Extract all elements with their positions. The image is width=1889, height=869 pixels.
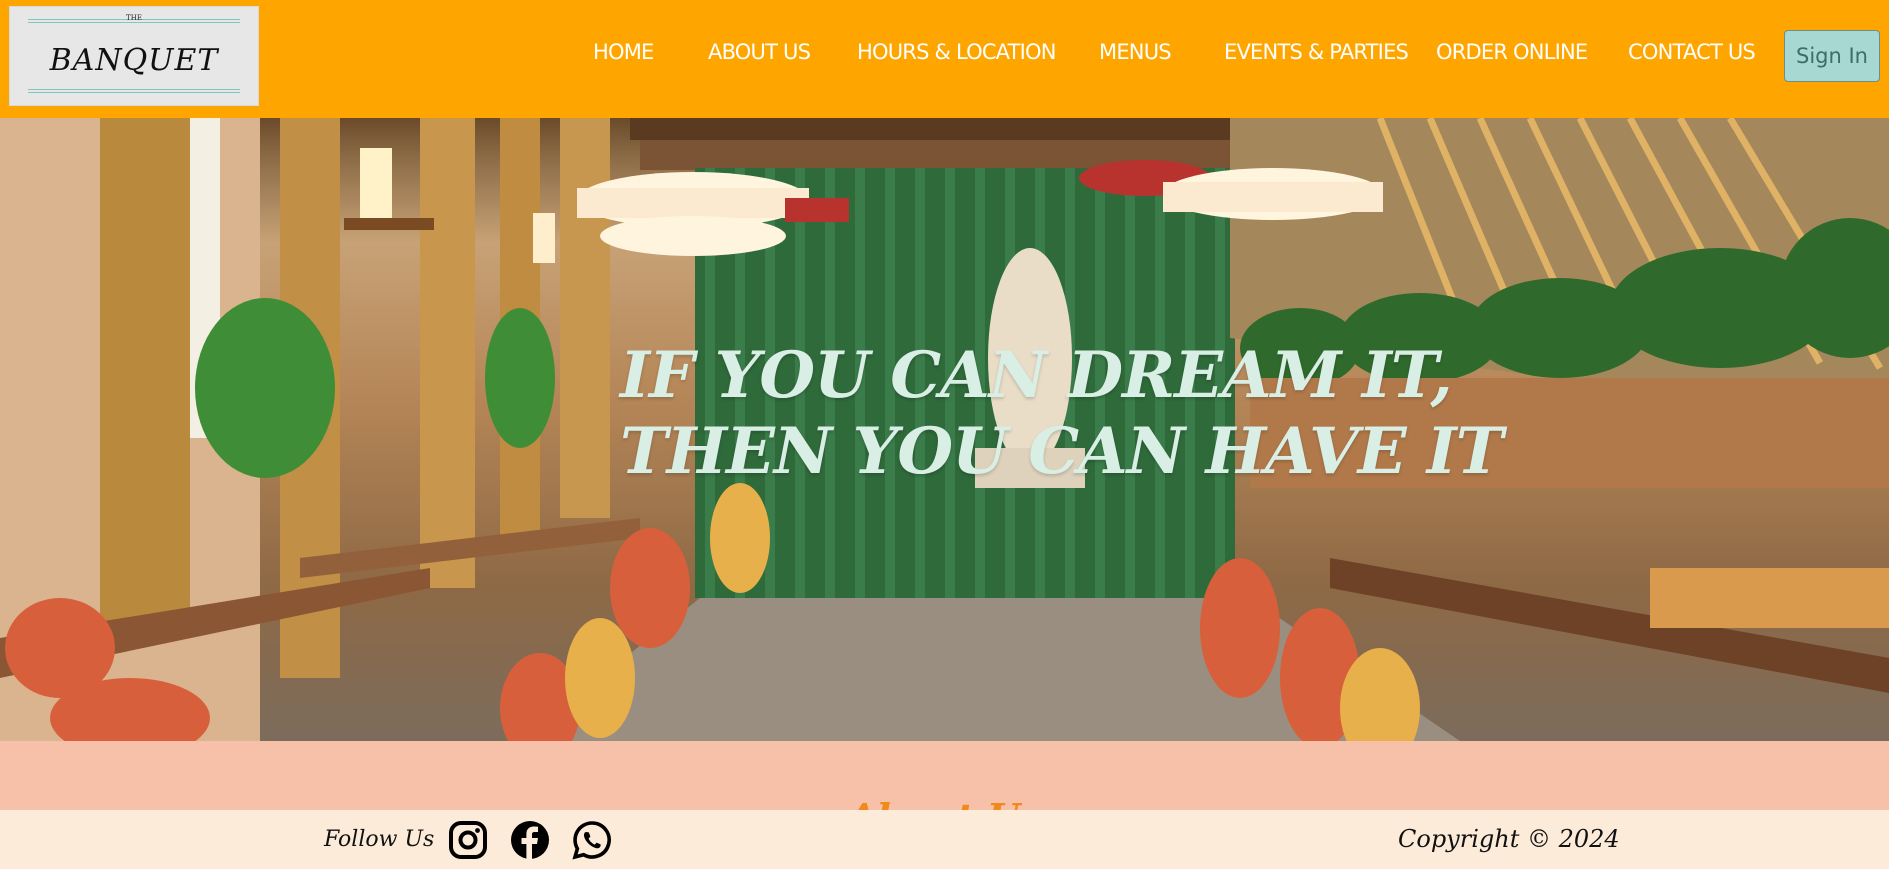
sign-in-button[interactable]: Sign In <box>1784 30 1880 82</box>
logo-rule <box>28 22 240 23</box>
nav-order-online[interactable]: ORDER ONLINE <box>1436 40 1588 64</box>
hero-headline: IF YOU CAN DREAM IT, THEN YOU CAN HAVE I… <box>620 338 1503 490</box>
logo-rule <box>28 89 240 90</box>
nav-menus[interactable]: MENUS <box>1099 40 1172 64</box>
hero-banner: IF YOU CAN DREAM IT, THEN YOU CAN HAVE I… <box>0 118 1889 741</box>
follow-us-label: Follow Us <box>324 827 435 852</box>
logo-small-text: THE <box>126 14 142 22</box>
banquet-logo[interactable]: THE BANQUET <box>9 6 259 106</box>
instagram-icon[interactable] <box>448 820 488 860</box>
about-us-section: About Us <box>0 741 1889 810</box>
nav-contact-us[interactable]: CONTACT US <box>1628 40 1756 64</box>
nav-hours-location[interactable]: HOURS & LOCATION <box>857 40 1056 64</box>
nav-about-us[interactable]: ABOUT US <box>708 40 811 64</box>
section-title: About Us <box>0 795 1889 810</box>
site-header: THE BANQUET HOME ABOUT US HOURS & LOCATI… <box>0 0 1889 118</box>
hero-headline-line-1: IF YOU CAN DREAM IT, <box>620 338 1453 413</box>
whatsapp-icon[interactable] <box>572 820 612 860</box>
logo-name: BANQUET <box>49 43 219 78</box>
logo-rule <box>28 92 240 93</box>
copyright-text: Copyright © 2024 <box>1398 825 1620 853</box>
nav-home[interactable]: HOME <box>593 40 654 64</box>
hero-headline-line-2: THEN YOU CAN HAVE IT <box>620 414 1503 489</box>
site-footer: Follow Us Copyright © 2024 <box>0 810 1889 869</box>
nav-events-parties[interactable]: EVENTS & PARTIES <box>1224 40 1409 64</box>
facebook-icon[interactable] <box>510 820 550 860</box>
